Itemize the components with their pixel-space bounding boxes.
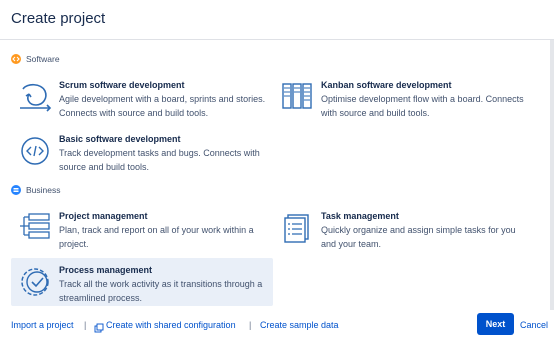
kanban-board-icon — [279, 79, 315, 115]
section-label-software: Software — [26, 54, 60, 64]
template-name: Kanban software development — [321, 80, 452, 90]
template-desc: Plan, track and report on all of your wo… — [59, 225, 254, 249]
shared-config-link[interactable]: Create with shared configuration — [106, 320, 236, 330]
project-list-icon — [17, 210, 53, 246]
template-desc: Quickly organize and assign simple tasks… — [321, 225, 516, 249]
dialog-footer: Import a project | Create with shared co… — [0, 310, 554, 338]
footer-separator: | — [84, 320, 87, 330]
template-task-management[interactable]: Task management Quickly organize and ass… — [273, 208, 535, 258]
template-desc: Agile development with a board, sprints … — [59, 94, 266, 118]
sample-data-link[interactable]: Create sample data — [260, 320, 339, 330]
template-desc: Track all the work activity as it transi… — [59, 279, 263, 303]
shared-config-icon — [94, 320, 104, 338]
section-business: Business — [11, 185, 61, 195]
cancel-button[interactable]: Cancel — [520, 320, 548, 330]
template-name: Scrum software development — [59, 80, 185, 90]
template-kanban[interactable]: Kanban software development Optimise dev… — [273, 77, 535, 127]
template-name: Task management — [321, 211, 399, 221]
template-basic[interactable]: Basic software development Track develop… — [11, 131, 273, 181]
template-name: Project management — [59, 211, 148, 221]
import-project-link[interactable]: Import a project — [11, 320, 74, 330]
footer-separator: | — [249, 320, 252, 330]
next-button[interactable]: Next — [477, 313, 514, 335]
scrollbar[interactable] — [550, 40, 554, 310]
template-name: Process management — [59, 265, 153, 275]
scrum-cycle-icon — [17, 79, 53, 115]
dialog-title: Create project — [11, 10, 106, 27]
template-scrum[interactable]: Scrum software development Agile develop… — [11, 77, 273, 127]
task-checklist-icon — [279, 210, 315, 246]
dialog-header: Create project — [0, 0, 554, 40]
template-project-management[interactable]: Project management Plan, track and repor… — [11, 208, 273, 258]
section-label-business: Business — [26, 185, 61, 195]
template-desc: Optimise development flow with a board. … — [321, 94, 524, 118]
template-process-management[interactable]: Process management Track all the work ac… — [11, 258, 273, 306]
software-code-icon — [11, 54, 21, 64]
section-software: Software — [11, 54, 60, 64]
template-desc: Track development tasks and bugs. Connec… — [59, 148, 260, 172]
code-brackets-icon — [17, 133, 53, 169]
process-check-icon — [17, 264, 53, 300]
template-name: Basic software development — [59, 134, 181, 144]
business-list-icon — [11, 185, 21, 195]
